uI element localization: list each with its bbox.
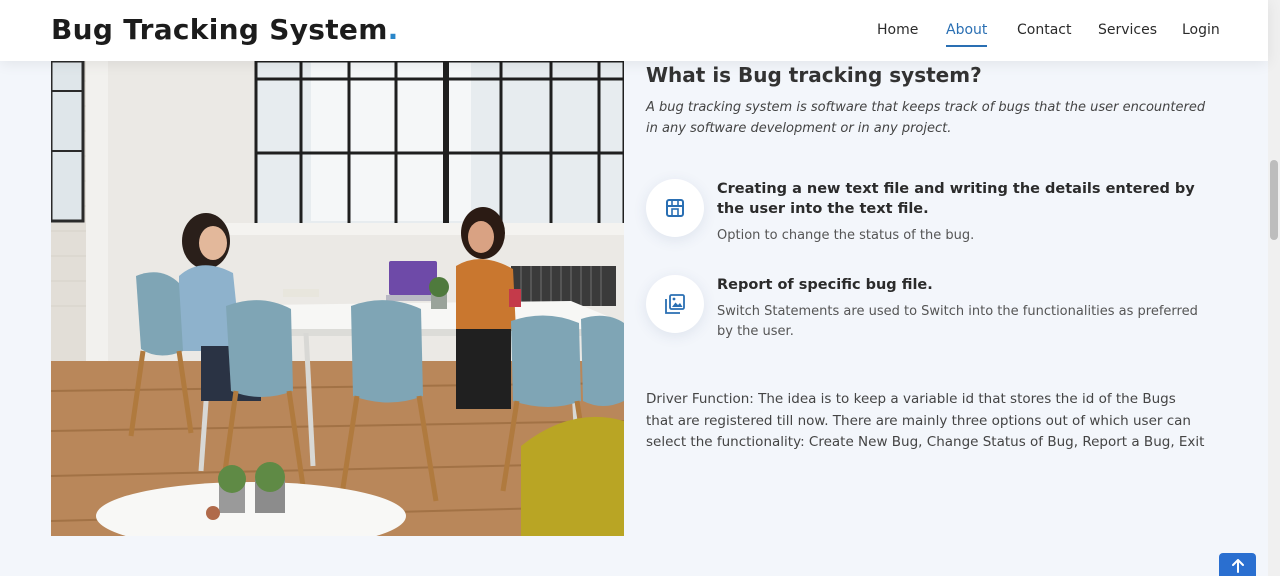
- nav-contact[interactable]: Contact: [1017, 22, 1071, 38]
- site-header: Bug Tracking System. Home About Contact …: [0, 0, 1268, 61]
- about-image: [51, 61, 624, 536]
- about-title: What is Bug tracking system?: [646, 63, 982, 87]
- images-icon: [665, 294, 685, 314]
- about-subtitle: A bug tracking system is software that k…: [646, 100, 1206, 136]
- page-scrollbar[interactable]: [1268, 0, 1280, 576]
- feature-item: Report of specific bug file. Switch Stat…: [646, 275, 1216, 345]
- nav-login[interactable]: Login: [1182, 22, 1220, 38]
- feature-desc: Option to change the status of the bug.: [717, 228, 975, 243]
- nav-services[interactable]: Services: [1098, 22, 1157, 38]
- arrow-up-icon: [1231, 559, 1244, 573]
- main-nav: Home About Contact Services Login: [0, 22, 1268, 47]
- feature-icon-circle: [646, 179, 704, 237]
- feature-title: Report of specific bug file.: [717, 277, 933, 293]
- feature-desc: Switch Statements are used to Switch int…: [717, 304, 1198, 339]
- scrollbar-thumb[interactable]: [1270, 160, 1278, 240]
- store-icon: [666, 199, 684, 217]
- driver-function-text: Driver Function: The idea is to keep a v…: [646, 391, 1205, 450]
- feature-icon-circle: [646, 275, 704, 333]
- feature-title: Creating a new text file and writing the…: [717, 181, 1195, 217]
- back-to-top-button[interactable]: [1219, 553, 1256, 576]
- nav-about[interactable]: About: [946, 22, 988, 47]
- about-content: What is Bug tracking system? A bug track…: [646, 61, 1216, 454]
- nav-home[interactable]: Home: [877, 22, 918, 38]
- feature-item: Creating a new text file and writing the…: [646, 179, 1216, 249]
